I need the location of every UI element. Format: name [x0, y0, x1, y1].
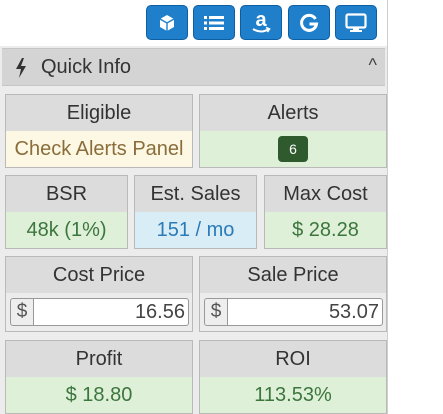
quick-info-header[interactable]: Quick Info ^	[2, 48, 385, 86]
monitor-icon	[345, 12, 367, 33]
alerts-label: Alerts	[200, 95, 386, 132]
roi-value: 113.53%	[200, 377, 386, 413]
monitor-button[interactable]	[335, 5, 377, 40]
list-icon	[203, 14, 225, 32]
est-sales-value: 151 / mo	[135, 212, 256, 248]
bsr-label: BSR	[6, 176, 127, 213]
eligible-value[interactable]: Check Alerts Panel	[6, 131, 192, 167]
max-cost-label: Max Cost	[265, 176, 386, 213]
cost-price-currency: $	[10, 298, 34, 326]
amazon-button[interactable]: a	[240, 5, 282, 40]
alerts-card: Alerts 6	[199, 94, 387, 168]
alerts-count-badge[interactable]: 6	[278, 136, 308, 162]
box-icon	[157, 13, 177, 33]
right-gutter	[388, 0, 443, 414]
sale-price-currency: $	[204, 298, 228, 326]
profit-label: Profit	[6, 341, 192, 378]
google-button[interactable]	[288, 5, 330, 40]
sale-price-input-group: $	[200, 293, 386, 331]
max-cost-card: Max Cost $ 28.28	[264, 175, 387, 249]
eligible-label: Eligible	[6, 95, 192, 132]
quick-info-title: Quick Info	[41, 56, 132, 78]
roi-card: ROI 113.53%	[199, 340, 387, 414]
sale-price-card: Sale Price $	[199, 256, 387, 332]
bolt-icon	[15, 58, 27, 83]
svg-text:a: a	[255, 10, 267, 31]
est-sales-card: Est. Sales 151 / mo	[134, 175, 257, 249]
cost-price-card: Cost Price $	[5, 256, 193, 332]
est-sales-label: Est. Sales	[135, 176, 256, 213]
toolbar: a	[0, 0, 387, 46]
profit-card: Profit $ 18.80	[5, 340, 193, 414]
sale-price-label: Sale Price	[200, 257, 386, 294]
amazon-icon: a	[250, 10, 272, 36]
collapse-icon[interactable]: ^	[369, 55, 377, 76]
quick-info-panel: a Quick Info ^ Eligible Check Alerts Pan…	[0, 0, 388, 414]
alerts-value: 6	[200, 131, 386, 167]
eligible-card: Eligible Check Alerts Panel	[5, 94, 193, 168]
cost-price-label: Cost Price	[6, 257, 192, 294]
roi-label: ROI	[200, 341, 386, 378]
cost-price-input-group: $	[6, 293, 192, 331]
list-button[interactable]	[193, 5, 235, 40]
sale-price-input[interactable]	[228, 298, 383, 326]
profit-value: $ 18.80	[6, 377, 192, 413]
max-cost-value: $ 28.28	[265, 212, 386, 248]
bsr-value: 48k (1%)	[6, 212, 127, 248]
bsr-card: BSR 48k (1%)	[5, 175, 128, 249]
box-button[interactable]	[146, 5, 188, 40]
google-icon	[299, 13, 319, 33]
cost-price-input[interactable]	[34, 298, 189, 326]
